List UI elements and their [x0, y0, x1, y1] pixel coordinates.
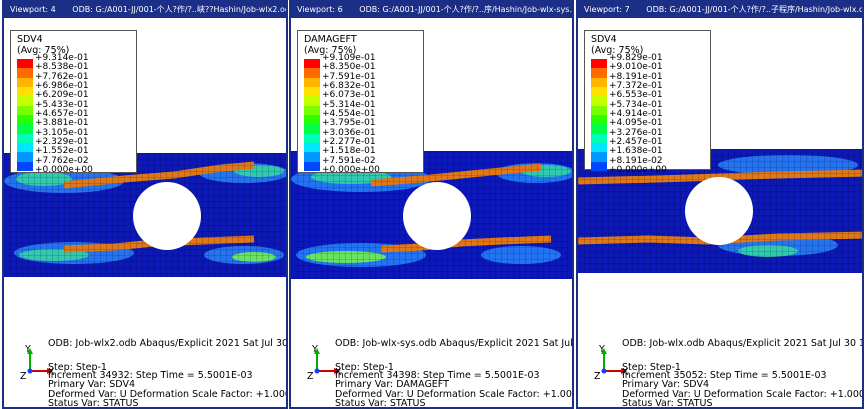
viewport-number: Viewport: 7	[584, 5, 630, 14]
legend-tick-labels: +9.109e-01 +8.350e-01 +7.591e-01 +6.832e…	[322, 53, 380, 175]
legend-swatch	[591, 114, 607, 125]
axis-y-label: Y	[25, 344, 31, 355]
axis-z-label: Z	[594, 371, 601, 382]
status-var-line: Status Var: STATUS	[48, 398, 139, 409]
legend-swatch	[17, 133, 33, 143]
axis-y-label: Y	[599, 344, 605, 355]
viewport-number: Viewport: 4	[10, 5, 56, 14]
legend-variable: SDV4	[17, 34, 43, 45]
legend-swatch	[17, 114, 33, 125]
odb-info-line: ODB: Job-wlx2.odb Abaqus/Explicit 2021 S…	[48, 338, 288, 349]
viewport-titlebar[interactable]: Viewport: 7 ODB: G:/A001-JJ/001-个人?作/?..…	[578, 2, 862, 18]
legend-swatch	[591, 96, 607, 106]
legend-tick-labels: +9.829e-01 +9.010e-01 +8.191e-01 +7.372e…	[609, 53, 667, 175]
legend-swatch	[17, 142, 33, 153]
legend-swatch	[591, 77, 607, 87]
axis-z-label: Z	[20, 371, 27, 382]
legend-value: +0.000e+00	[609, 164, 667, 175]
viewport-titlebar[interactable]: Viewport: 6 ODB: G:/A001-JJ/001-个人?作/?..…	[291, 2, 572, 18]
legend-swatch	[304, 59, 320, 69]
legend-swatch	[591, 161, 607, 171]
legend-value: +0.000e+00	[322, 164, 380, 175]
legend-swatch	[304, 142, 320, 153]
legend-swatch	[17, 105, 33, 115]
legend-swatch	[591, 86, 607, 97]
legend-swatch	[591, 59, 607, 69]
legend-swatch	[17, 59, 33, 69]
legend-swatch	[17, 152, 33, 162]
legend-swatch	[304, 86, 320, 97]
legend-value: +0.000e+00	[35, 164, 93, 175]
legend-swatch	[304, 152, 320, 162]
viewport-number: Viewport: 6	[297, 5, 343, 14]
legend-swatch	[17, 161, 33, 171]
legend-color-bar	[304, 59, 320, 171]
status-var-line: Status Var: STATUS	[335, 398, 426, 409]
legend-swatch	[304, 77, 320, 87]
legend-variable: SDV4	[591, 34, 617, 45]
odb-info-line: ODB: Job-wlx-sys.odb Abaqus/Explicit 202…	[335, 338, 574, 349]
legend-swatch	[17, 77, 33, 87]
legend-swatch	[17, 86, 33, 97]
legend-swatch	[591, 142, 607, 153]
legend-color-bar	[17, 59, 33, 171]
legend-swatch	[591, 152, 607, 162]
legend-swatch	[304, 133, 320, 143]
odb-info-line: ODB: Job-wlx.odb Abaqus/Explicit 2021 Sa…	[622, 338, 864, 349]
legend-swatch	[304, 105, 320, 115]
contour-legend[interactable]: SDV4 (Avg: 75%) +9.314e-01 +8.538e-01 +7…	[10, 30, 137, 175]
viewport-7[interactable]: Viewport: 7 ODB: G:/A001-JJ/001-个人?作/?..…	[576, 0, 864, 409]
status-var-line: Status Var: STATUS	[622, 398, 713, 409]
axis-z-label: Z	[307, 371, 314, 382]
legend-swatch	[591, 105, 607, 115]
viewport-titlebar[interactable]: Viewport: 4 ODB: G:/A001-JJ/001-个人?作/?..…	[4, 2, 286, 18]
legend-swatch	[17, 96, 33, 106]
legend-swatch	[591, 124, 607, 134]
legend-swatch	[17, 68, 33, 78]
legend-swatch	[304, 96, 320, 106]
legend-tick-labels: +9.314e-01 +8.538e-01 +7.762e-01 +6.986e…	[35, 53, 93, 175]
viewport-odb-path: ODB: G:/A001-JJ/001-个人?作/?..序/Hashin/Job…	[359, 5, 572, 14]
viewport-odb-path: ODB: G:/A001-JJ/001-个人?作/?..子程序/Hashin/J…	[646, 5, 862, 14]
legend-swatch	[304, 114, 320, 125]
legend-swatch	[591, 68, 607, 78]
legend-color-bar	[591, 59, 607, 171]
viewport-6[interactable]: Viewport: 6 ODB: G:/A001-JJ/001-个人?作/?..…	[289, 0, 574, 409]
viewport-4[interactable]: Viewport: 4 ODB: G:/A001-JJ/001-个人?作/?..…	[2, 0, 288, 409]
legend-swatch	[304, 161, 320, 171]
contour-legend[interactable]: DAMAGEFT (Avg: 75%) +9.109e-01 +8.350e-0…	[297, 30, 424, 175]
legend-swatch	[591, 133, 607, 143]
legend-swatch	[304, 68, 320, 78]
viewport-odb-path: ODB: G:/A001-JJ/001-个人?作/?..峡??Hashin/Jo…	[72, 5, 286, 14]
legend-variable: DAMAGEFT	[304, 34, 357, 45]
contour-legend[interactable]: SDV4 (Avg: 75%) +9.829e-01 +9.010e-01 +8…	[584, 30, 711, 175]
legend-swatch	[17, 124, 33, 134]
legend-swatch	[304, 124, 320, 134]
axis-y-label: Y	[312, 344, 318, 355]
